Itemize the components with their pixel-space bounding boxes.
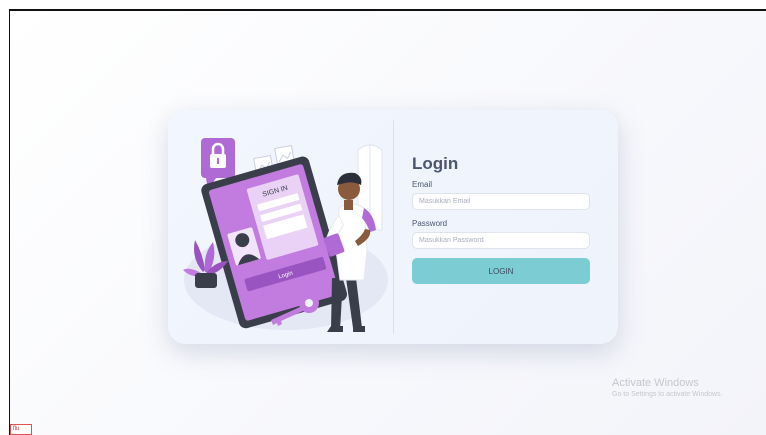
login-button[interactable]: LOGIN <box>412 258 590 284</box>
login-illustration: SIGN IN Login <box>176 120 392 334</box>
login-title: Login <box>412 154 459 173</box>
password-label: Password <box>412 219 448 228</box>
activate-windows-watermark: Activate Windows Go to Settings to activ… <box>612 377 723 398</box>
password-input[interactable] <box>412 232 590 249</box>
login-card: SIGN IN Login Login Email Masukkan Email… <box>168 110 618 344</box>
illustration-graphic: SIGN IN Login <box>183 138 388 332</box>
email-input[interactable] <box>412 193 590 210</box>
watermark-subtitle: Go to Settings to activate Windows. <box>612 391 723 398</box>
email-label: Email <box>412 180 433 189</box>
card-divider <box>393 120 394 334</box>
watermark-title: Activate Windows <box>612 377 699 389</box>
login-form: Login Email Password LOGIN <box>412 154 592 284</box>
corner-tag: flu <box>10 424 32 435</box>
